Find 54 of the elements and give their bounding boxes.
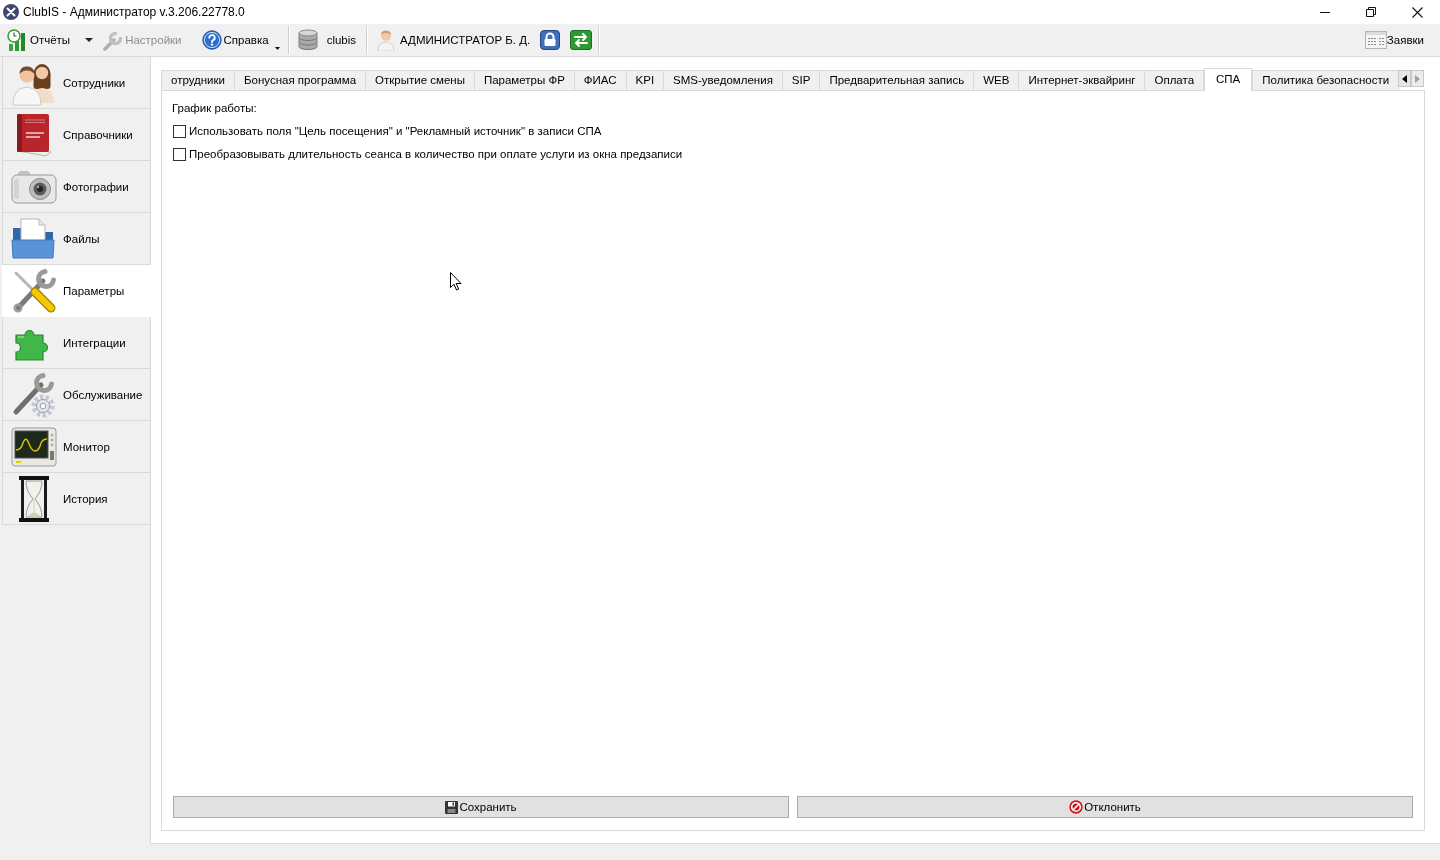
minimize-icon bbox=[1320, 11, 1330, 13]
toolbar-button[interactable]: Отчёты bbox=[5, 27, 73, 53]
tab[interactable]: Параметры ФР bbox=[473, 70, 575, 90]
tab-scroll-button[interactable] bbox=[1398, 70, 1412, 87]
database-name: clubis bbox=[326, 34, 357, 46]
tab[interactable]: SIP bbox=[781, 70, 821, 90]
tab[interactable]: СПА bbox=[1204, 68, 1253, 91]
sidebar-item[interactable]: Сотрудники bbox=[2, 57, 150, 109]
tab[interactable]: Интернет-эквайринг bbox=[1018, 70, 1146, 90]
prohibited-icon bbox=[1069, 800, 1084, 814]
sidebar-item[interactable]: Интеграции bbox=[2, 317, 150, 369]
help-icon bbox=[201, 30, 222, 50]
database-icon bbox=[296, 29, 319, 51]
requests-button[interactable]: Заявки bbox=[1362, 27, 1426, 53]
tab[interactable]: Предварительная запись bbox=[819, 70, 975, 90]
lock-icon[interactable] bbox=[540, 30, 561, 50]
sidebar-item[interactable]: Справочники bbox=[2, 109, 150, 161]
checkbox-label[interactable]: Преобразовывать длительность сеанса в количество при оплате услуги из окна предзаписи bbox=[189, 147, 683, 162]
caret-icon bbox=[274, 47, 280, 50]
user-icon bbox=[377, 29, 396, 51]
mouse-pointer-icon bbox=[450, 272, 462, 291]
tab[interactable]: SMS-уведомления bbox=[663, 70, 783, 90]
right-triangle-icon bbox=[1415, 74, 1421, 83]
checkbox[interactable] bbox=[173, 125, 186, 138]
swap-arrows-icon[interactable] bbox=[570, 30, 593, 50]
left-triangle-icon bbox=[1402, 74, 1408, 83]
tab[interactable]: Оплата bbox=[1144, 70, 1205, 90]
sidebar-item[interactable]: Монитор bbox=[2, 421, 150, 473]
sidebar-item[interactable]: Фотографии bbox=[2, 161, 150, 213]
tab[interactable]: WEB bbox=[973, 70, 1020, 90]
user-name: АДМИНИСТРАТОР Б. Д. bbox=[400, 34, 531, 46]
app-logo-icon bbox=[3, 4, 19, 20]
window-title: ClubIS - Администратор v.3.206.22778.0 bbox=[23, 5, 245, 19]
restore-icon bbox=[1366, 7, 1376, 17]
sidebar-item[interactable]: Файлы bbox=[2, 213, 150, 265]
tab[interactable]: Политика безопасности bbox=[1252, 70, 1400, 90]
cancel-button[interactable]: Отклонить bbox=[797, 796, 1413, 818]
section-label: График работы: bbox=[172, 101, 257, 116]
checkbox-label[interactable]: Использовать поля "Цель посещения" и "Рекламный источник" в записи СПА bbox=[189, 124, 602, 139]
table-icon bbox=[1364, 31, 1387, 49]
toolbar-button[interactable]: Справка bbox=[199, 27, 282, 53]
wrench-icon bbox=[102, 29, 125, 51]
close-icon bbox=[1411, 6, 1423, 18]
save-button[interactable]: Сохранить bbox=[173, 796, 789, 818]
tab[interactable]: Бонусная программа bbox=[234, 70, 367, 90]
sidebar-item[interactable]: Обслуживание bbox=[2, 369, 150, 421]
sidebar-item[interactable]: История bbox=[2, 473, 150, 525]
sidebar-item[interactable]: Параметры bbox=[2, 265, 151, 317]
tab[interactable]: отрудники bbox=[161, 70, 235, 90]
caret-icon[interactable] bbox=[85, 38, 94, 42]
tab[interactable]: KPI bbox=[625, 70, 665, 90]
tab[interactable]: ФИАС bbox=[573, 70, 627, 90]
checkbox[interactable] bbox=[173, 148, 186, 161]
tab[interactable]: Открытие смены bbox=[365, 70, 475, 90]
